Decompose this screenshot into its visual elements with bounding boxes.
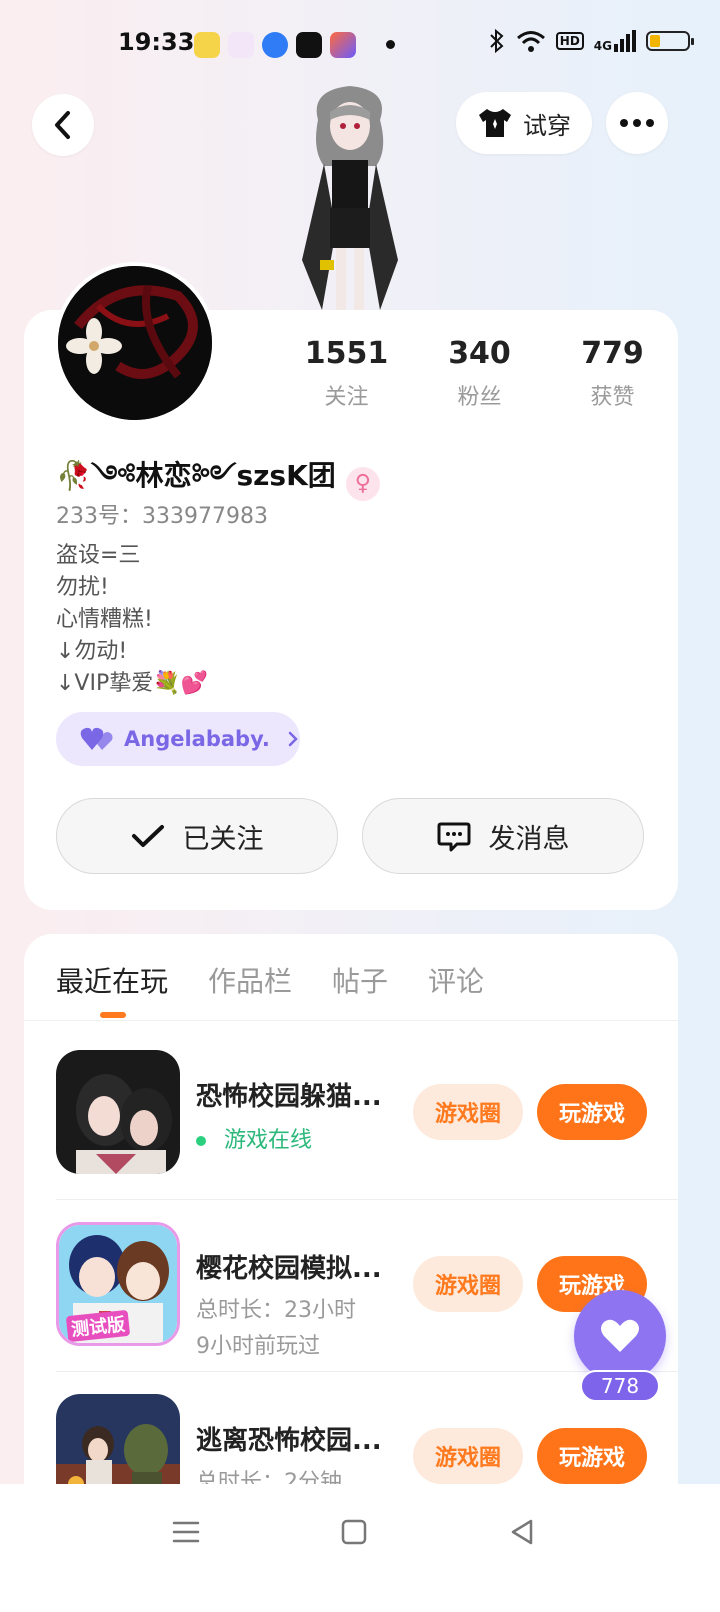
game-last-played: 9小时前玩过 [196,1334,320,1359]
checkmark-icon [131,825,164,847]
try-on-label: 试穿 [523,111,571,140]
tab-recently-played[interactable]: 最近在玩 [56,960,168,1018]
best-friend-tag[interactable]: Angelababy. [56,712,300,766]
chevron-left-icon [55,111,70,139]
status-time: 19:33 [118,28,195,56]
recorder-notification-icon [296,32,322,58]
profile-stats: 1551 关注 340 粉丝 779 获赞 [280,336,680,411]
bio-line: 勿扰! [56,575,109,600]
bio-line: ↓VIP挚爱💐💕 [56,671,209,696]
bio-line: 心情糟糕! [56,607,153,632]
network-type-label: 4G [593,39,612,53]
battery-icon [646,31,694,51]
heart-icon [601,1319,639,1352]
app-notification-icon [228,32,254,58]
row-divider [56,1371,678,1372]
send-message-button[interactable]: 发消息 [362,798,644,874]
more-dots-icon [620,119,654,127]
double-heart-icon [80,727,113,750]
game-playtime: 总时长：23小时 [196,1298,356,1323]
system-icons: HD 4G [488,28,694,54]
profile-tabs: 最近在玩 作品栏 帖子 评论 [56,960,484,1018]
hd-icon: HD [555,32,584,50]
bio-line: ↓勿动! [56,639,128,664]
home-nav-button[interactable] [334,1512,374,1552]
back-nav-button[interactable] [502,1512,542,1552]
stat-followers[interactable]: 340 粉丝 [413,336,546,411]
stat-label: 关注 [324,385,369,410]
like-button[interactable] [574,1290,666,1382]
back-triangle-icon [511,1519,533,1545]
game-title: 樱花校园模拟... [196,1254,382,1284]
game-title: 逃离恐怖校园... [196,1426,382,1456]
tshirt-icon [479,109,511,137]
like-count: 778 [580,1370,660,1402]
following-button[interactable]: 已关注 [56,798,338,874]
tab-posts[interactable]: 帖子 [332,960,388,1000]
game-status-label: 游戏在线 [224,1128,313,1153]
play-game-button[interactable]: 玩游戏 [537,1428,647,1484]
wifi-icon [516,31,545,52]
browser-notification-icon [262,32,288,58]
game-row[interactable]: 测试版 樱花校园模拟... 总时长：23小时 9小时前玩过 游戏圈 玩游戏 [56,1222,647,1394]
bio: 盗设=三 勿扰! 心情糟糕! ↓勿动! ↓VIP挚爱💐💕 [56,540,208,700]
game-title: 恐怖校园躲猫... [196,1082,382,1112]
back-button[interactable] [32,94,94,156]
avatar[interactable] [54,262,216,424]
game-status: 游戏在线 [196,1122,312,1154]
stat-label: 粉丝 [457,385,502,410]
online-dot-icon [196,1136,206,1146]
stat-label: 获赞 [590,385,635,410]
avatar-character-illustration [302,86,398,310]
following-label: 已关注 [182,823,264,855]
bluetooth-icon [490,28,504,54]
user-id: 233号：333977983 [56,504,268,529]
menu-icon [172,1521,200,1543]
send-message-label: 发消息 [488,823,570,855]
stat-value: 340 [448,336,511,371]
avatar-image [58,266,212,420]
system-navigation-bar [0,1484,720,1612]
best-friend-name: Angelababy. [124,727,270,751]
game-circle-button[interactable]: 游戏圈 [413,1428,523,1484]
tab-works[interactable]: 作品栏 [208,960,292,1000]
home-square-icon [341,1519,367,1545]
stat-likes[interactable]: 779 获赞 [546,336,679,411]
game-circle-button[interactable]: 游戏圈 [413,1084,523,1140]
bio-line: 盗设=三 [56,543,141,568]
status-bar: 19:33 HD 4G [0,0,720,92]
tab-comments[interactable]: 评论 [428,960,484,1000]
chevron-right-icon [288,731,298,747]
stat-following[interactable]: 1551 关注 [280,336,413,411]
stat-value: 1551 [304,336,389,371]
shortcut-notification-icon [330,32,356,58]
game-row[interactable]: 恐怖校园躲猫... 游戏在线 游戏圈 玩游戏 [56,1050,647,1222]
menu-nav-button[interactable] [166,1512,206,1552]
chat-bubble-icon [437,822,470,852]
try-on-button[interactable]: 试穿 [456,92,592,154]
game-icon: 测试版 [56,1222,180,1346]
weibo-notification-icon [194,32,220,58]
female-icon: ♀ [345,466,380,501]
tab-divider [24,1020,678,1021]
more-options-button[interactable] [606,92,668,154]
signal-icon: 4G [594,30,636,52]
row-divider [56,1199,678,1200]
stat-value: 779 [581,336,644,371]
more-notifications-dot [386,40,395,49]
game-icon [56,1050,180,1174]
game-circle-button[interactable]: 游戏圈 [413,1256,523,1312]
play-game-button[interactable]: 玩游戏 [537,1084,647,1140]
games-card: 最近在玩 作品栏 帖子 评论 恐怖校园躲猫... 游戏在线 游戏圈 玩游戏 测试… [24,934,678,1554]
